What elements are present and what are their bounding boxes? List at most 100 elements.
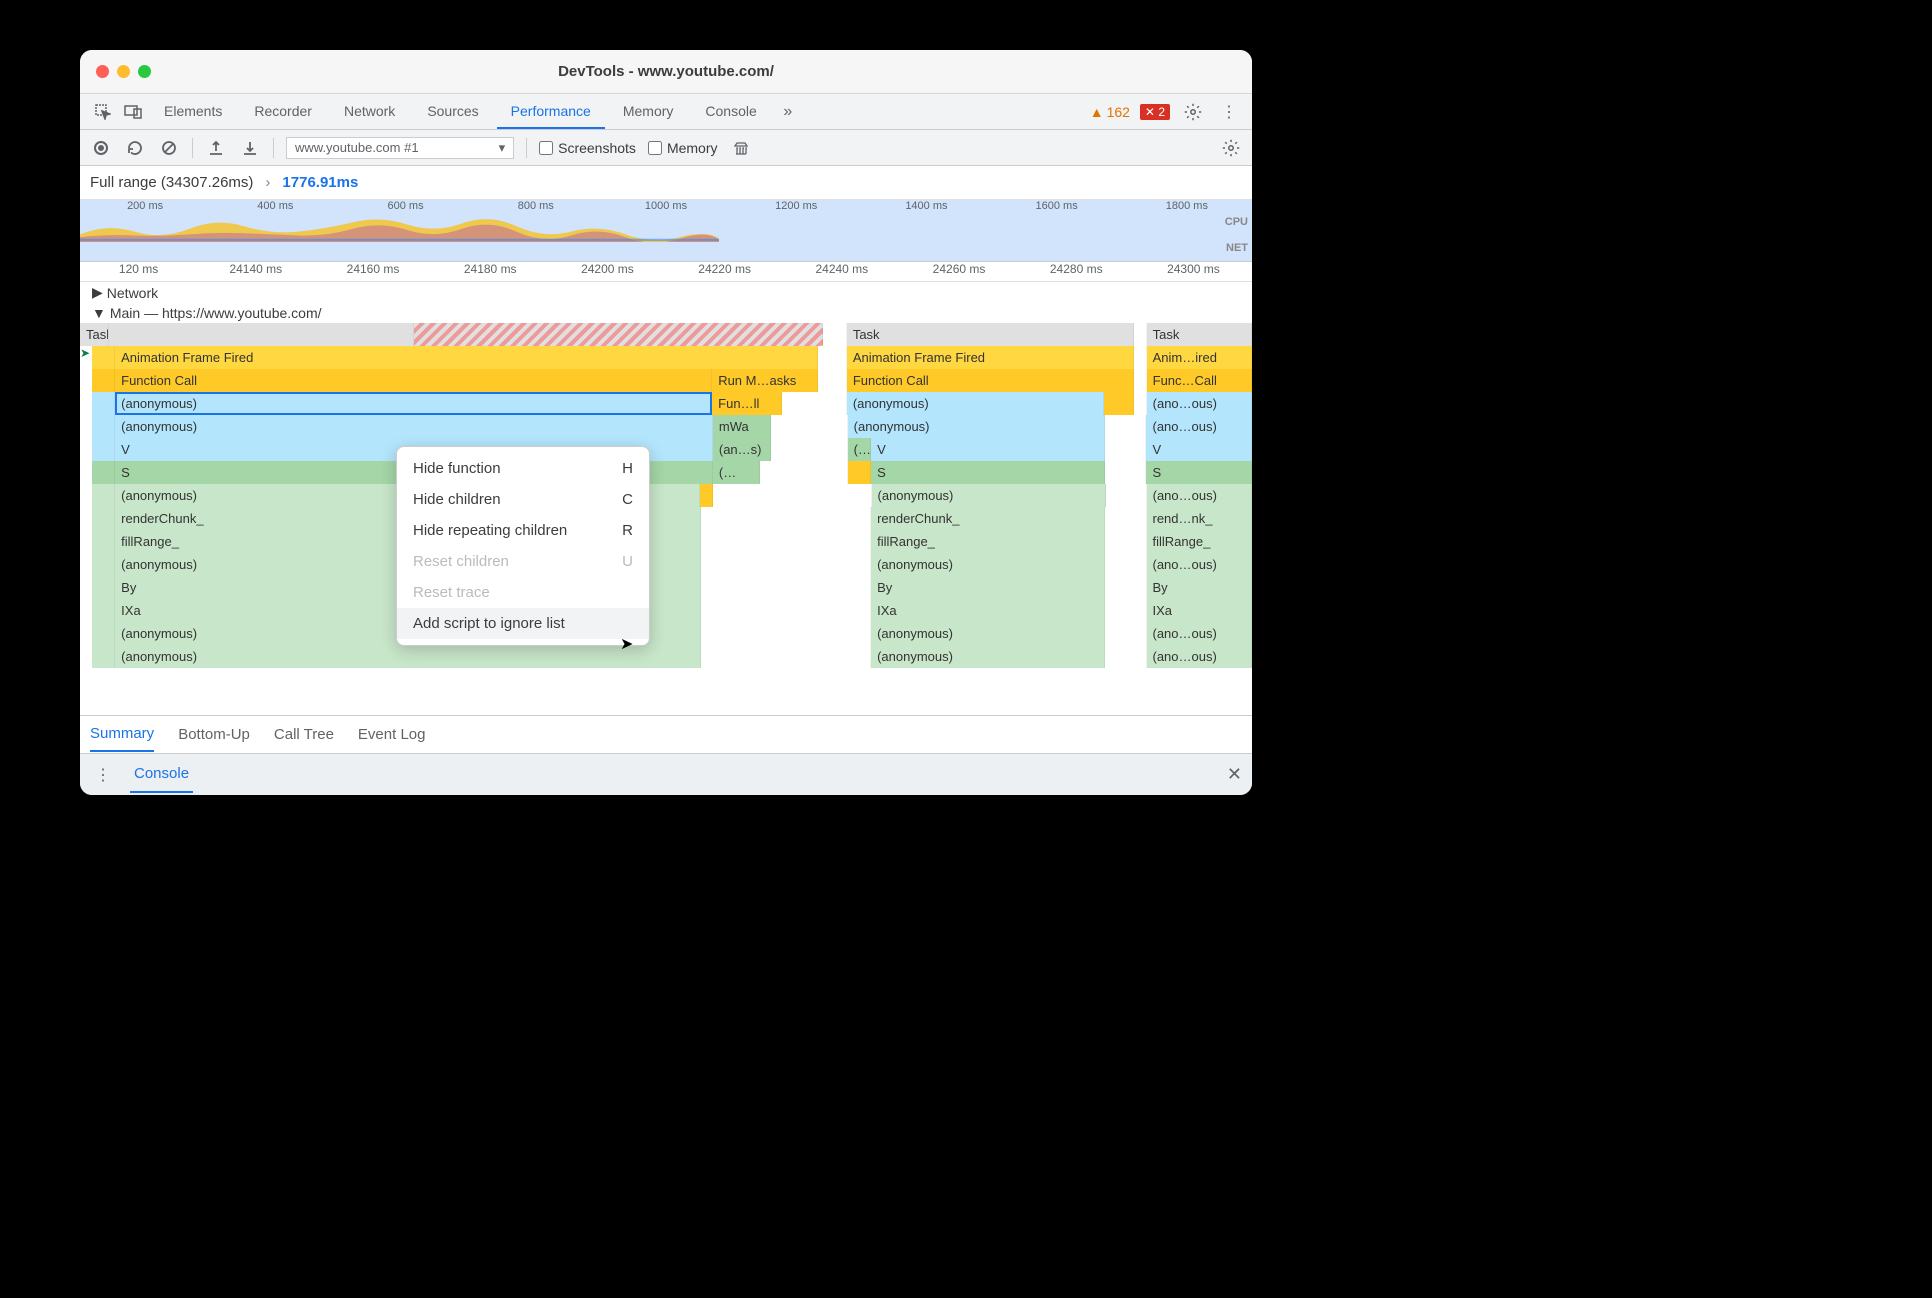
kebab-menu-icon[interactable]: ⋮ [1216,99,1242,125]
flame-anonymous[interactable]: (anonymous) [871,622,1105,645]
flame-anonymous[interactable]: (anonymous) [871,553,1105,576]
flame-anonymous[interactable]: (anonymous) [872,484,1106,507]
flame-v[interactable]: V [871,438,1105,461]
flame-ixa[interactable]: IXa [1147,599,1252,622]
memory-checkbox[interactable]: Memory [648,140,718,156]
flame-anonymous-short[interactable]: (ano…ous) [1147,484,1252,507]
collapse-icon: ▼ [92,305,106,321]
traffic-lights [96,65,151,78]
tab-call-tree[interactable]: Call Tree [274,718,334,751]
inspect-icon[interactable] [90,99,116,125]
flame-run-microtasks[interactable]: Run M…asks [712,369,817,392]
flame-fillrange[interactable]: fillRange_ [871,530,1105,553]
network-track-header[interactable]: ▶Network [80,282,1252,303]
flame-s[interactable]: S [1146,461,1251,484]
flame-task[interactable]: Task [80,323,109,346]
device-icon[interactable] [120,99,146,125]
devtools-window: DevTools - www.youtube.com/ Elements Rec… [80,50,1252,795]
flame-anonymous-short[interactable]: (ano…ous) [1146,415,1251,438]
window-title: DevTools - www.youtube.com/ [80,63,1252,80]
flame-chart[interactable]: Task Task Task ➤ Animation Frame Fired A… [80,323,1252,668]
flame-anonymous[interactable]: (anonymous) [115,645,701,668]
flame-function-call[interactable]: Function Call [115,369,712,392]
drawer: ⋮ Console ✕ [80,753,1252,795]
tab-event-log[interactable]: Event Log [358,718,426,751]
tab-bottom-up[interactable]: Bottom-Up [178,718,250,751]
flame-anonymous-short[interactable]: (ano…ous) [1147,622,1252,645]
minimize-window-button[interactable] [117,65,130,78]
flame-mwa[interactable]: mWa [713,415,772,438]
flame-s[interactable]: S [871,461,1105,484]
menu-hide-children[interactable]: Hide childrenC [397,484,649,515]
flame-function-call[interactable]: Function Call [847,369,1134,392]
maximize-window-button[interactable] [138,65,151,78]
flame-paren[interactable]: (… [848,438,871,461]
close-window-button[interactable] [96,65,109,78]
flame-aff[interactable]: Animation Frame Fired [115,346,817,369]
upload-icon[interactable] [205,137,227,159]
flame-renderchunk[interactable]: renderChunk_ [871,507,1105,530]
tab-elements[interactable]: Elements [150,95,236,129]
drawer-menu-icon[interactable]: ⋮ [90,762,116,788]
tab-recorder[interactable]: Recorder [240,95,326,129]
menu-add-ignore-list[interactable]: Add script to ignore list [397,608,649,639]
warnings-badge[interactable]: ▲ 162 [1090,104,1130,120]
arrow-icon: ➤ [80,346,90,360]
more-tabs-icon[interactable]: » [775,99,801,125]
flame-anonymous[interactable]: (anonymous) [848,415,1106,438]
breadcrumb: Full range (34307.26ms) › 1776.91ms [80,166,1252,200]
tab-summary[interactable]: Summary [90,717,154,752]
flame-v[interactable]: V [1146,438,1251,461]
tab-performance[interactable]: Performance [497,95,605,129]
flame-aff[interactable]: Animation Frame Fired [847,346,1134,369]
chevron-right-icon: › [265,174,270,191]
flame-fun-ll[interactable]: Fun…ll [712,392,782,415]
garbage-collect-icon[interactable] [730,137,752,159]
tab-network[interactable]: Network [330,95,409,129]
recording-dropdown[interactable]: www.youtube.com #1▾ [286,137,514,159]
flame-task[interactable]: Task [847,323,1134,346]
menu-hide-repeating-children[interactable]: Hide repeating childrenR [397,515,649,546]
context-menu: Hide functionH Hide childrenC Hide repea… [396,446,650,646]
menu-reset-children: Reset childrenU [397,546,649,577]
drawer-console-tab[interactable]: Console [130,756,193,793]
flame-by[interactable]: By [1147,576,1252,599]
flame-aff-short[interactable]: Anim…ired [1147,346,1252,369]
breadcrumb-full-range[interactable]: Full range (34307.26ms) [90,174,253,191]
record-icon[interactable] [90,137,112,159]
flame-task[interactable]: Task [1147,323,1252,346]
screenshots-checkbox[interactable]: Screenshots [539,140,636,156]
capture-settings-icon[interactable] [1220,137,1242,159]
chevron-down-icon: ▾ [499,140,506,156]
close-drawer-icon[interactable]: ✕ [1227,764,1242,785]
clear-icon[interactable] [158,137,180,159]
flame-anonymous-short[interactable]: (ano…ous) [1147,392,1252,415]
tab-memory[interactable]: Memory [609,95,688,129]
tab-sources[interactable]: Sources [413,95,492,129]
flame-anonymous-short[interactable]: (ano…ous) [1147,553,1252,576]
cpu-label: CPU [1225,216,1248,228]
settings-icon[interactable] [1180,99,1206,125]
tab-console[interactable]: Console [691,95,770,129]
flame-anonymous-short[interactable]: (ano…ous) [1147,645,1252,668]
flame-fillrange[interactable]: fillRange_ [1147,530,1252,553]
flame-paren[interactable]: (… [713,461,760,484]
reload-icon[interactable] [124,137,146,159]
flame-an-s[interactable]: (an…s) [713,438,772,461]
download-icon[interactable] [239,137,261,159]
breadcrumb-current[interactable]: 1776.91ms [282,174,358,191]
timeline-overview[interactable]: 200 ms 400 ms 600 ms 800 ms 1000 ms 1200… [80,200,1252,262]
flame-anonymous-selected[interactable]: (anonymous) [115,392,712,415]
menu-hide-function[interactable]: Hide functionH [397,453,649,484]
flame-function-call-short[interactable]: Func…Call [1147,369,1252,392]
flame-ruler: 120 ms 24140 ms 24160 ms 24180 ms 24200 … [80,262,1252,282]
errors-badge[interactable]: ✕ 2 [1140,104,1170,120]
details-tabs: Summary Bottom-Up Call Tree Event Log [80,715,1252,753]
flame-ixa[interactable]: IXa [871,599,1105,622]
flame-anonymous[interactable]: (anonymous) [115,415,713,438]
flame-anonymous[interactable]: (anonymous) [871,645,1105,668]
flame-anonymous[interactable]: (anonymous) [847,392,1105,415]
main-track-header[interactable]: ▼Main — https://www.youtube.com/ [80,303,1252,323]
flame-by[interactable]: By [871,576,1105,599]
flame-renderchunk-short[interactable]: rend…nk_ [1147,507,1252,530]
